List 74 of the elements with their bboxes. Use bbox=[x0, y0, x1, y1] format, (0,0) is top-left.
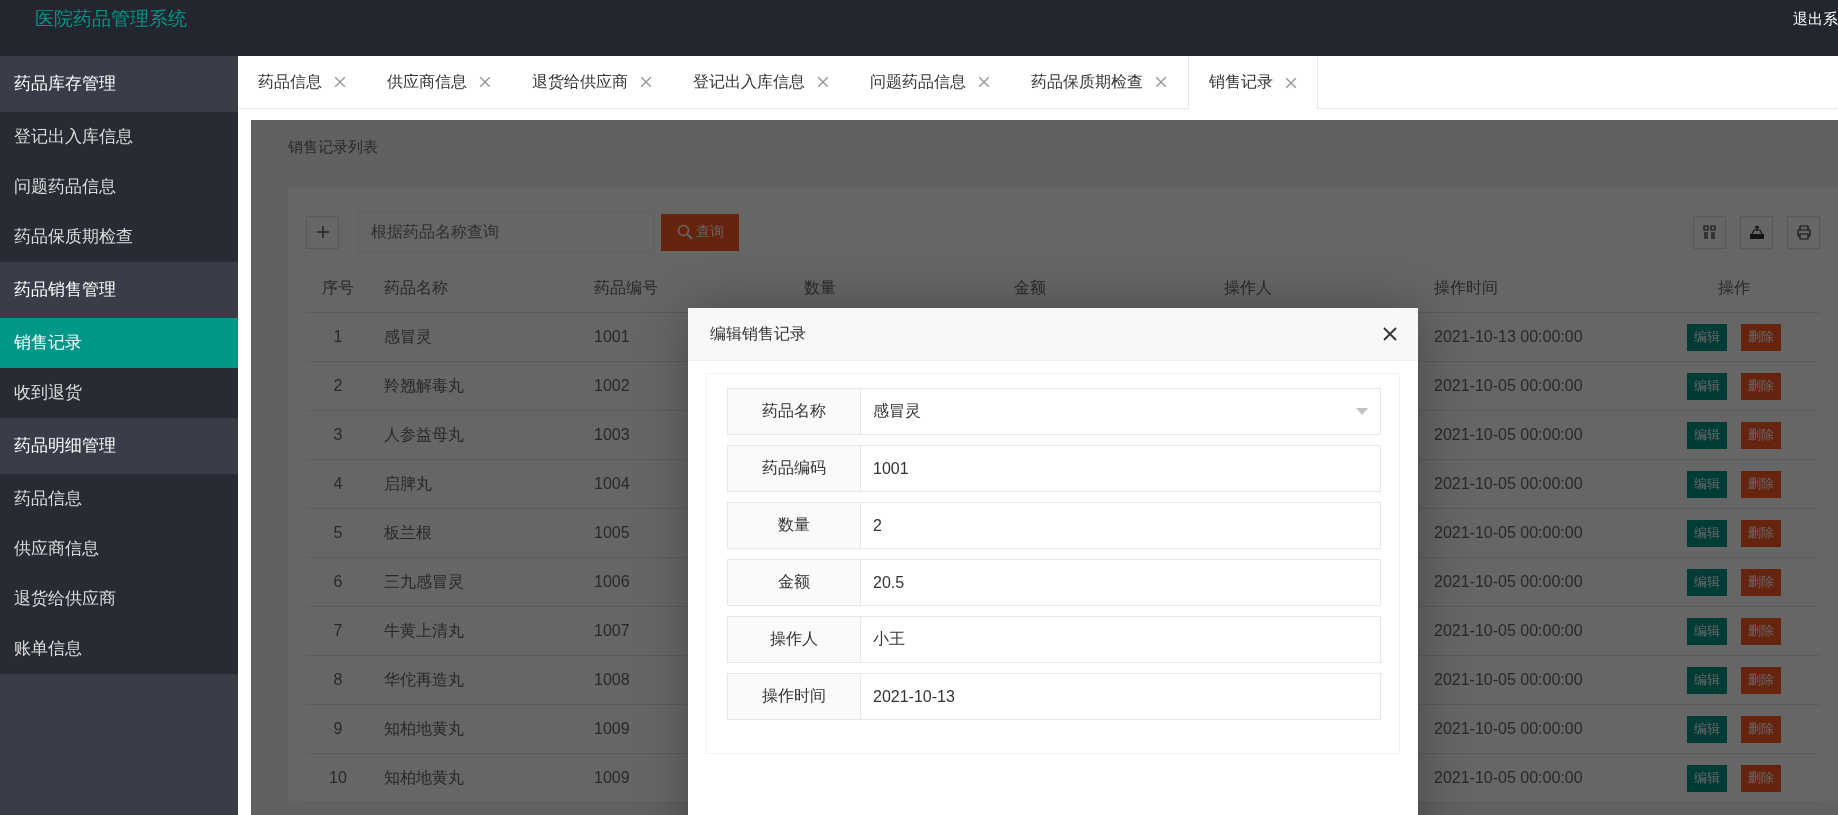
table-cell: 10 bbox=[306, 753, 370, 803]
input-field[interactable]: 1001 bbox=[861, 445, 1381, 492]
sidebar-item[interactable]: 问题药品信息 bbox=[0, 162, 238, 212]
columns-button[interactable] bbox=[1693, 215, 1726, 249]
field-label: 药品编码 bbox=[727, 445, 861, 492]
table-cell: 8 bbox=[306, 655, 370, 705]
table-cell: 2021-10-05 00:00:00 bbox=[1420, 410, 1648, 460]
table-cell: 知柏地黄丸 bbox=[370, 704, 580, 754]
sidebar-item[interactable]: 退货给供应商 bbox=[0, 574, 238, 624]
table-cell: 1 bbox=[306, 312, 370, 362]
table-cell: 4 bbox=[306, 459, 370, 509]
select-field[interactable]: 感冒灵 bbox=[861, 388, 1381, 435]
table-cell: 2021-10-05 00:00:00 bbox=[1420, 753, 1648, 803]
table-cell: 启脾丸 bbox=[370, 459, 580, 509]
table-cell: 2021-10-05 00:00:00 bbox=[1420, 508, 1648, 558]
logout-link[interactable]: 退出系 bbox=[1793, 10, 1838, 29]
tab[interactable]: 销售记录 bbox=[1188, 56, 1318, 109]
table-cell: 5 bbox=[306, 508, 370, 558]
print-icon bbox=[1795, 224, 1812, 240]
table-cell: 2021-10-13 00:00:00 bbox=[1420, 312, 1648, 362]
table-cell: 9 bbox=[306, 704, 370, 754]
tab[interactable]: 退货给供应商 bbox=[512, 56, 673, 108]
app-title: 医院药品管理系统 bbox=[35, 7, 187, 31]
table-cell: 2021-10-05 00:00:00 bbox=[1420, 557, 1648, 607]
column-header: 操作 bbox=[1648, 264, 1820, 313]
field-label: 金额 bbox=[727, 559, 861, 606]
sidebar-item[interactable]: 账单信息 bbox=[0, 624, 238, 674]
tab[interactable]: 问题药品信息 bbox=[850, 56, 1011, 108]
caret-icon bbox=[1356, 408, 1368, 415]
table-cell: 板兰根 bbox=[370, 508, 580, 558]
table-cell: 2021-10-05 00:00:00 bbox=[1420, 459, 1648, 509]
columns-icon bbox=[1701, 224, 1718, 240]
input-field[interactable]: 20.5 bbox=[861, 559, 1381, 606]
tab[interactable]: 药品信息 bbox=[238, 56, 367, 108]
table-cell: 华佗再造丸 bbox=[370, 655, 580, 705]
print-button[interactable] bbox=[1787, 215, 1820, 249]
column-header: 序号 bbox=[306, 264, 370, 313]
table-cell: 羚翘解毒丸 bbox=[370, 361, 580, 411]
input-field[interactable]: 2021-10-13 bbox=[861, 673, 1381, 720]
sidebar-item[interactable]: 供应商信息 bbox=[0, 524, 238, 574]
plus-icon bbox=[315, 225, 330, 239]
table-cell: 三九感冒灵 bbox=[370, 557, 580, 607]
table-cell: 人参益母丸 bbox=[370, 410, 580, 460]
table-cell: 2021-10-05 00:00:00 bbox=[1420, 704, 1648, 754]
export-icon bbox=[1748, 224, 1765, 240]
table-cell: 2 bbox=[306, 361, 370, 411]
close-icon[interactable] bbox=[1382, 326, 1398, 342]
field-label: 数量 bbox=[727, 502, 861, 549]
table-cell: 知柏地黄丸 bbox=[370, 753, 580, 803]
sidebar-item[interactable]: 药品保质期检查 bbox=[0, 212, 238, 262]
table-cell: 2021-10-05 00:00:00 bbox=[1420, 606, 1648, 656]
search-icon bbox=[676, 224, 693, 240]
export-button[interactable] bbox=[1740, 215, 1773, 249]
table-cell: 7 bbox=[306, 606, 370, 656]
tab[interactable]: 药品保质期检查 bbox=[1011, 56, 1188, 108]
field-label: 药品名称 bbox=[727, 388, 861, 435]
tab[interactable]: 供应商信息 bbox=[367, 56, 512, 108]
sidebar-item[interactable]: 销售记录 bbox=[0, 318, 238, 368]
input-field[interactable]: 小王 bbox=[861, 616, 1381, 663]
sidebar-item[interactable]: 收到退货 bbox=[0, 368, 238, 418]
table-cell: 6 bbox=[306, 557, 370, 607]
column-header: 操作时间 bbox=[1420, 264, 1648, 313]
column-header: 药品名称 bbox=[370, 264, 580, 313]
table-cell: 2021-10-05 00:00:00 bbox=[1420, 361, 1648, 411]
add-button[interactable] bbox=[306, 215, 339, 249]
tab[interactable]: 登记出入库信息 bbox=[673, 56, 850, 108]
input-field[interactable]: 2 bbox=[861, 502, 1381, 549]
field-label: 操作时间 bbox=[727, 673, 861, 720]
sidebar-item[interactable]: 药品信息 bbox=[0, 474, 238, 524]
table-cell: 2021-10-05 00:00:00 bbox=[1420, 655, 1648, 705]
field-label: 操作人 bbox=[727, 616, 861, 663]
table-cell: 感冒灵 bbox=[370, 312, 580, 362]
sidebar-item[interactable]: 登记出入库信息 bbox=[0, 112, 238, 162]
table-cell: 3 bbox=[306, 410, 370, 460]
